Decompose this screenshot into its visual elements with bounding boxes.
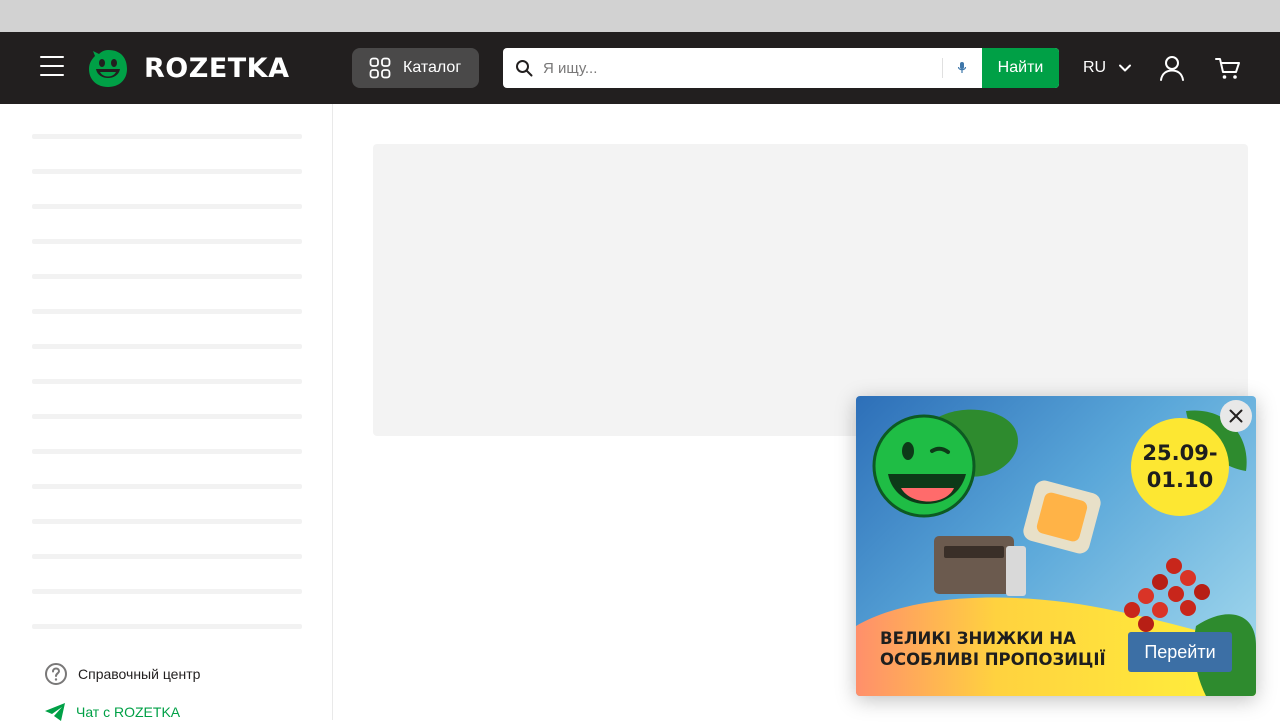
user-icon[interactable]	[1158, 54, 1186, 82]
help-center-link[interactable]: Справочный центр	[44, 662, 200, 686]
rozetka-smile-icon	[89, 50, 127, 87]
skeleton-line	[32, 484, 302, 489]
microphone-icon[interactable]	[955, 60, 969, 76]
chevron-down-icon	[1119, 64, 1132, 72]
skeleton-line	[32, 344, 302, 349]
search-divider	[942, 58, 943, 78]
top-grey-bar	[0, 0, 1280, 32]
catalog-label: Каталог	[403, 59, 462, 76]
catalog-button[interactable]: Каталог	[352, 48, 479, 88]
send-icon	[45, 703, 65, 721]
promo-headline: ВЕЛИКІ ЗНИЖКИ НА ОСОБЛИВІ ПРОПОЗИЦІЇ	[880, 628, 1120, 670]
search-icon	[516, 60, 533, 77]
skeleton-line	[32, 379, 302, 384]
promo-popup[interactable]: 25.09- 01.10 ВЕЛИКІ ЗНИЖКИ НА ОСОБЛИВІ П…	[856, 396, 1256, 696]
skeleton-line	[32, 169, 302, 174]
cart-icon[interactable]	[1214, 54, 1242, 82]
search-bar: Найти	[503, 48, 1059, 88]
promo-close-button[interactable]	[1220, 400, 1252, 432]
skeleton-line	[32, 239, 302, 244]
skeleton-line	[32, 414, 302, 419]
skeleton-line	[32, 204, 302, 209]
skeleton-line	[32, 554, 302, 559]
promo-date-start: 25.09-	[1142, 441, 1218, 465]
rozetka-logo[interactable]: ROZETKA	[88, 48, 290, 88]
promo-go-button[interactable]: Перейти	[1128, 632, 1232, 672]
chat-link[interactable]: Чат с ROZETKA	[44, 702, 180, 722]
promo-date-badge: 25.09- 01.10	[1131, 418, 1229, 516]
skeleton-line	[32, 134, 302, 139]
promo-headline-line2: ОСОБЛИВІ ПРОПОЗИЦІЇ	[880, 650, 1106, 669]
language-selector[interactable]: RU	[1083, 56, 1132, 80]
skeleton-line	[32, 449, 302, 454]
skeleton-line	[32, 274, 302, 279]
main-banner-placeholder	[373, 144, 1248, 436]
chat-label: Чат с ROZETKA	[76, 704, 181, 720]
search-input[interactable]	[543, 48, 941, 88]
skeleton-line	[32, 519, 302, 524]
grid-icon	[369, 57, 391, 79]
language-label: RU	[1083, 59, 1107, 76]
skeleton-line	[32, 589, 302, 594]
close-icon	[1229, 409, 1243, 423]
search-button[interactable]: Найти	[982, 48, 1059, 88]
hamburger-menu-icon[interactable]	[40, 56, 64, 80]
promo-date-end: 01.10	[1146, 468, 1214, 492]
question-circle-icon	[45, 663, 67, 685]
skeleton-line	[32, 309, 302, 314]
help-center-label: Справочный центр	[78, 666, 201, 682]
promo-headline-line1: ВЕЛИКІ ЗНИЖКИ НА	[880, 629, 1076, 648]
sidebar	[0, 104, 333, 720]
logo-text: ROZETKA	[144, 52, 290, 84]
skeleton-line	[32, 624, 302, 629]
